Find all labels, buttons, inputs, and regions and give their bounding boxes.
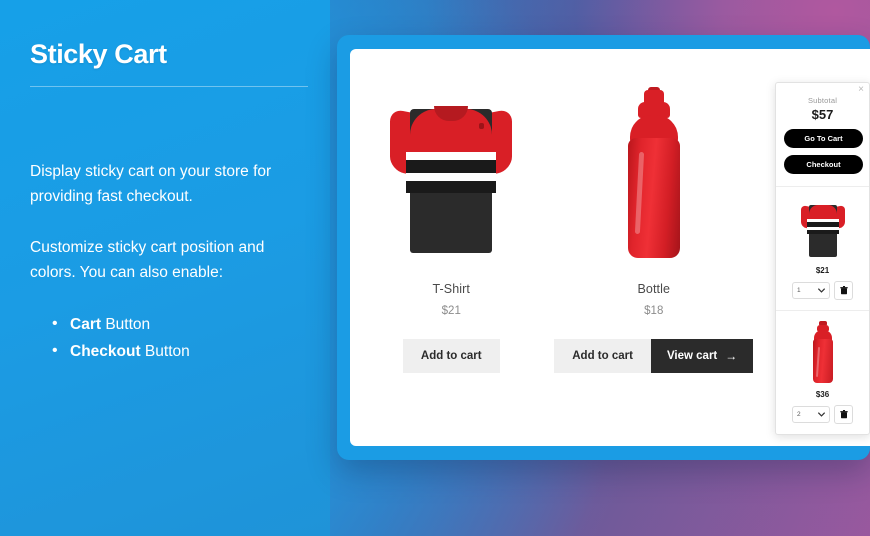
feature-label-cart: Cart [70, 316, 102, 334]
sticky-cart-panel: × Subtotal $57 Go To Cart Checkout $21 1… [775, 82, 870, 435]
arrow-right-icon: → [725, 349, 738, 363]
product-actions: Add to cart [402, 339, 500, 373]
list-item: Checkout Button [52, 337, 302, 365]
cart-item-price: $36 [815, 390, 830, 399]
tshirt-icon [800, 199, 845, 257]
chevron-down-icon [818, 412, 825, 417]
page-title: Sticky Cart [30, 39, 167, 69]
cart-line-item-tshirt: $21 1 [776, 187, 869, 311]
quantity-select-bottle[interactable]: 2 [792, 406, 830, 423]
sticky-cart-header: × Subtotal $57 Go To Cart Checkout [776, 83, 869, 187]
cart-item-controls: 1 [782, 281, 863, 300]
store-preview-frame: T-Shirt $21 Add to cart SRAM Bottle $18 … [337, 35, 870, 460]
cart-item-thumbnail-tshirt[interactable] [782, 195, 863, 261]
subtotal-label: Subtotal [807, 96, 838, 105]
view-cart-label: View cart [666, 350, 718, 362]
feature-label-checkout: Checkout [70, 343, 141, 361]
remove-item-button-bottle[interactable] [834, 405, 853, 424]
trash-icon [839, 410, 848, 419]
product-price: $18 [644, 305, 664, 317]
product-image-tshirt [390, 71, 513, 276]
quantity-value: 1 [797, 287, 801, 294]
description-block: Display sticky cart on your store for pr… [30, 159, 302, 366]
product-image-bottle: SRAM [602, 71, 682, 276]
view-cart-button[interactable]: View cart → [650, 339, 754, 373]
product-price: $21 [441, 305, 461, 317]
product-name: Bottle [637, 282, 671, 296]
product-name: T-Shirt [432, 282, 470, 296]
feature-suffix-cart: Button [101, 316, 151, 334]
product-grid: T-Shirt $21 Add to cart SRAM Bottle $18 … [350, 49, 755, 446]
bottle-icon [812, 321, 834, 383]
close-icon[interactable]: × [858, 85, 864, 95]
go-to-cart-button[interactable]: Go To Cart [784, 129, 863, 148]
list-item: Cart Button [52, 310, 302, 338]
description-paragraph-1: Display sticky cart on your store for pr… [30, 162, 272, 205]
title-divider [30, 85, 308, 87]
feature-list: Cart Button Checkout Button [30, 310, 302, 365]
product-card-bottle: SRAM Bottle $18 Add to cart View cart → [554, 71, 754, 373]
store-preview-canvas: T-Shirt $21 Add to cart SRAM Bottle $18 … [350, 49, 870, 446]
chevron-down-icon [818, 288, 825, 293]
quantity-value: 2 [797, 411, 801, 418]
add-to-cart-button-tshirt[interactable]: Add to cart [402, 339, 500, 373]
bottle-icon: SRAM [602, 86, 682, 258]
tshirt-icon [390, 95, 513, 253]
feature-suffix-checkout: Button [140, 343, 190, 361]
cart-item-price: $21 [815, 266, 830, 275]
trash-icon [839, 286, 848, 295]
checkout-button[interactable]: Checkout [784, 155, 863, 174]
cart-item-controls: 2 [782, 405, 863, 424]
cart-line-item-bottle: $36 2 [776, 311, 869, 434]
remove-item-button-tshirt[interactable] [834, 281, 853, 300]
left-info-panel: Sticky Cart Display sticky cart on your … [0, 0, 330, 536]
subtotal-value: $57 [811, 107, 834, 122]
cart-item-thumbnail-bottle[interactable] [782, 319, 863, 385]
product-card-tshirt: T-Shirt $21 Add to cart [361, 71, 541, 373]
description-paragraph-2: Customize sticky cart position and color… [30, 238, 265, 282]
slide-stage: Sticky Cart Display sticky cart on your … [0, 0, 870, 536]
quantity-select-tshirt[interactable]: 1 [792, 282, 830, 299]
add-to-cart-button-bottle[interactable]: Add to cart [554, 339, 651, 373]
product-actions: Add to cart View cart → [554, 339, 754, 373]
